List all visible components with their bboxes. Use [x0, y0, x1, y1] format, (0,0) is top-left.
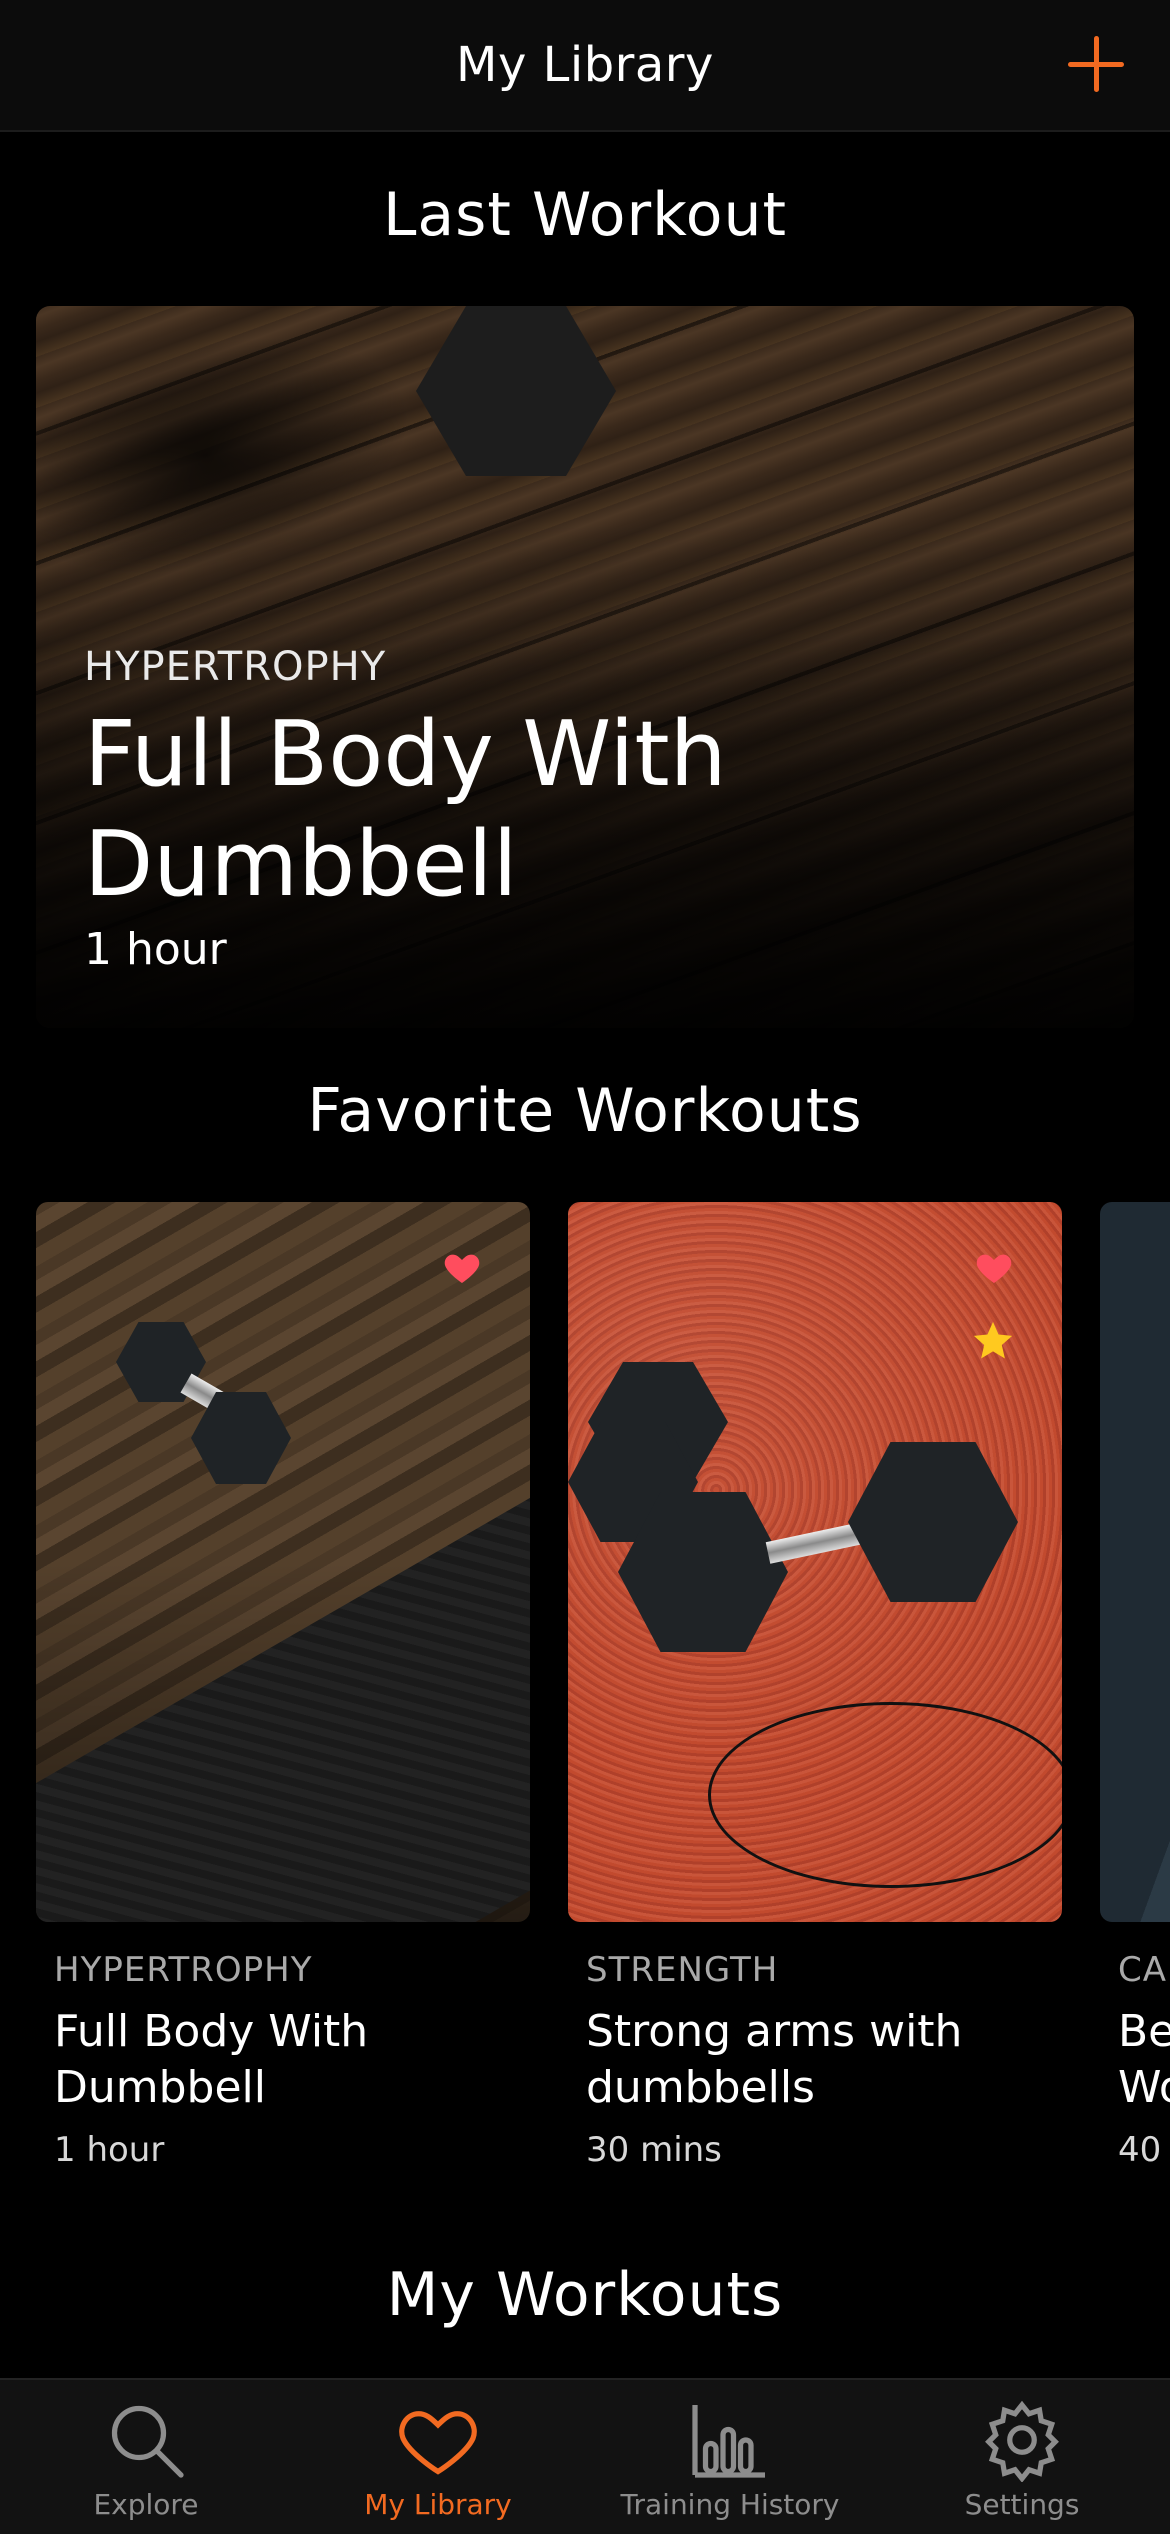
workout-name: Be Wo [1118, 2006, 1170, 2113]
workout-duration: 1 hour [54, 2130, 165, 2170]
top-nav-bar: My Library [0, 0, 1170, 132]
workout-duration: 40 [1118, 2130, 1162, 2170]
favorite-workouts-heading: Favorite Workouts [307, 1076, 863, 1146]
gear-icon [980, 2398, 1064, 2482]
add-workout-button[interactable] [1068, 36, 1124, 92]
workout-image [568, 1202, 1062, 1922]
my-workouts-heading: My Workouts [386, 2260, 784, 2330]
tab-training-history[interactable]: Training History [584, 2380, 876, 2534]
workout-duration: 1 hour [84, 924, 227, 975]
favorite-workout-card[interactable]: CA Be Wo 40 [1100, 1202, 1170, 2170]
tab-label: Explore [93, 2488, 199, 2521]
star-icon[interactable] [970, 1318, 1016, 1364]
workout-category: CA [1118, 1950, 1167, 1990]
tab-label: My Library [364, 2488, 512, 2521]
last-workout-heading: Last Workout [382, 180, 788, 250]
workout-category: HYPERTROPHY [84, 644, 387, 690]
favorite-heart-icon[interactable] [974, 1248, 1014, 1288]
favorite-workout-card[interactable]: STRENGTH Strong arms with dumbbells 30 m… [568, 1202, 1062, 2170]
tab-label: Settings [964, 2488, 1080, 2521]
workout-category: STRENGTH [586, 1950, 779, 1990]
favorite-heart-icon[interactable] [442, 1248, 482, 1288]
favorite-workout-card[interactable]: HYPERTROPHY Full Body With Dumbbell 1 ho… [36, 1202, 530, 2170]
workout-image [1100, 1202, 1170, 1922]
bottom-tab-bar: Explore My Library Training History Sett… [0, 2378, 1170, 2534]
last-workout-card[interactable]: HYPERTROPHY Full Body With Dumbbell 1 ho… [36, 306, 1134, 1028]
workout-duration: 30 mins [586, 2130, 722, 2170]
workout-name: Full Body With Dumbbell [84, 702, 727, 917]
workout-image [36, 1202, 530, 1922]
page-title: My Library [456, 37, 714, 93]
tab-my-library[interactable]: My Library [292, 2380, 584, 2534]
heart-icon [396, 2398, 480, 2482]
bar-chart-icon [688, 2398, 772, 2482]
tab-label: Training History [620, 2488, 840, 2521]
workout-name: Strong arms with dumbbells [586, 2006, 963, 2113]
search-icon [104, 2398, 188, 2482]
tab-settings[interactable]: Settings [876, 2380, 1168, 2534]
tab-explore[interactable]: Explore [0, 2380, 292, 2534]
workout-name: Full Body With Dumbbell [54, 2006, 369, 2113]
workout-category: HYPERTROPHY [54, 1950, 313, 1990]
